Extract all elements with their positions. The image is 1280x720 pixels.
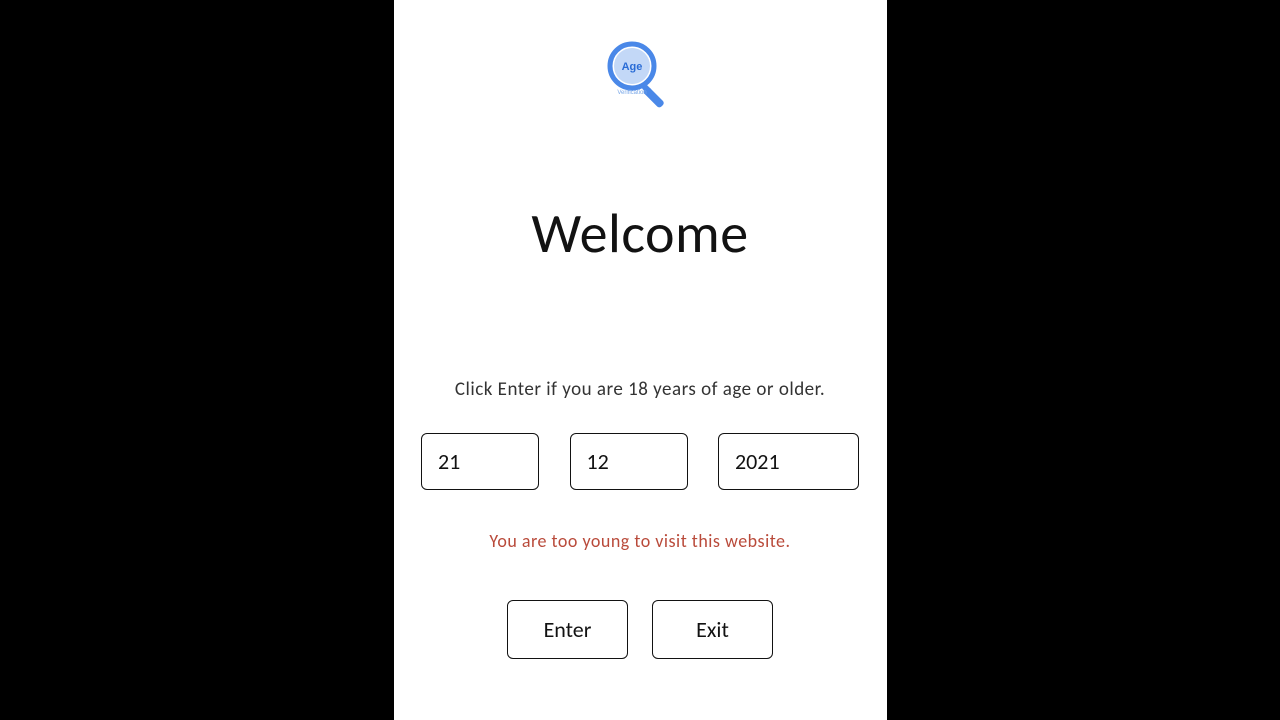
day-input[interactable]	[421, 433, 539, 490]
enter-button[interactable]: Enter	[507, 600, 628, 659]
button-group: Enter Exit	[507, 600, 773, 659]
exit-button[interactable]: Exit	[652, 600, 773, 659]
instruction-text: Click Enter if you are 18 years of age o…	[455, 378, 825, 401]
age-verification-modal: Age Verification Welcome Click Enter if …	[394, 0, 887, 720]
month-input[interactable]	[570, 433, 688, 490]
age-verification-logo-icon: Age Verification	[604, 38, 676, 110]
error-message: You are too young to visit this website.	[489, 530, 790, 552]
welcome-heading: Welcome	[531, 200, 748, 268]
svg-text:Verification: Verification	[617, 90, 646, 96]
date-input-group	[421, 433, 859, 490]
svg-text:Age: Age	[622, 61, 643, 73]
year-input[interactable]	[718, 433, 859, 490]
logo-container: Age Verification	[604, 38, 676, 110]
